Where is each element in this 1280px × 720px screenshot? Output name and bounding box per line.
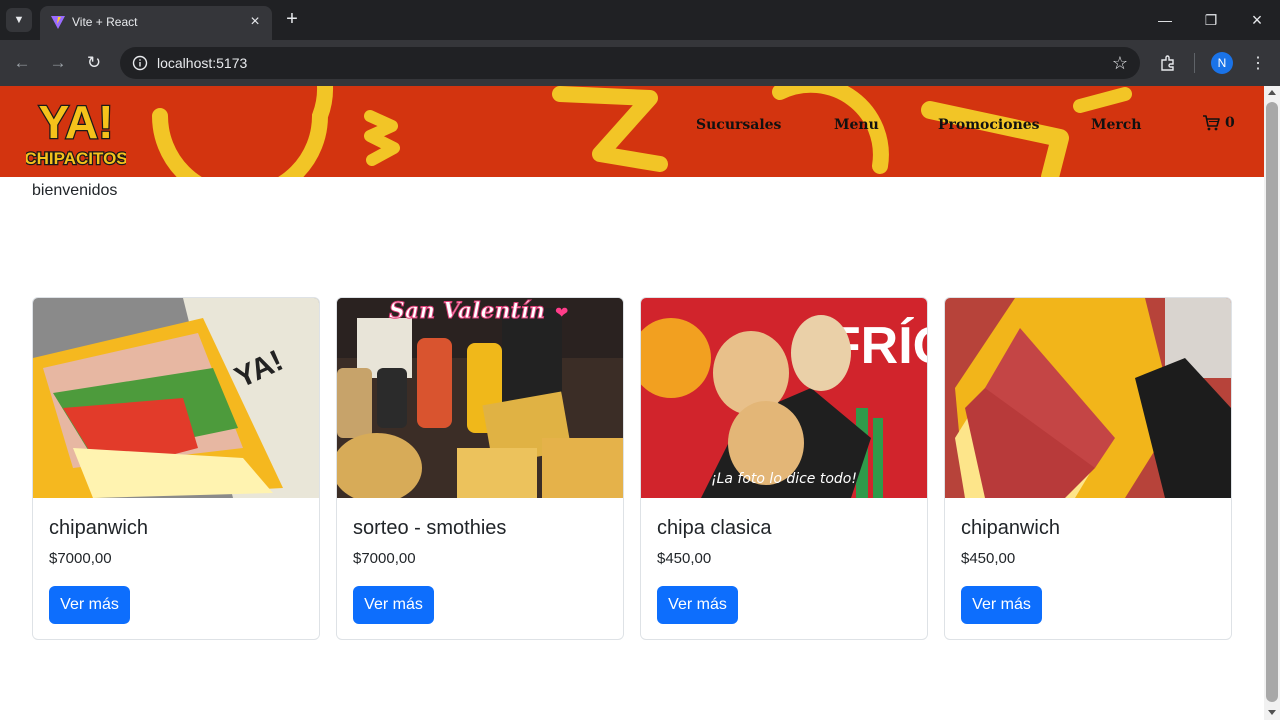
browser-tab-bar: ▼ Vite + React × + — ❐ ×: [0, 0, 1280, 40]
product-image-chipanwich[interactable]: YA!: [33, 298, 319, 498]
tab-title: Vite + React: [72, 15, 138, 29]
chipacitos-logo[interactable]: YA! CHIPACITOS: [26, 94, 126, 170]
menu-kebab-icon[interactable]: ⋮: [1244, 49, 1272, 77]
ver-mas-button[interactable]: Ver más: [961, 586, 1042, 624]
close-window-button[interactable]: ×: [1234, 0, 1280, 40]
browser-tab[interactable]: Vite + React ×: [40, 6, 272, 40]
reload-button[interactable]: ↻: [80, 49, 108, 77]
page-viewport: YA! CHIPACITOS Sucursales Menu Promocion…: [0, 86, 1264, 720]
ver-mas-button[interactable]: Ver más: [657, 586, 738, 624]
extensions-icon[interactable]: [1154, 49, 1182, 77]
product-card: San Valentín ❤ sorteo - smothies $7000,0…: [336, 297, 624, 640]
scroll-down-arrow-icon[interactable]: [1268, 710, 1276, 715]
product-image-sorteo-smothies[interactable]: San Valentín ❤: [337, 298, 623, 498]
svg-text:❤: ❤: [555, 305, 568, 322]
product-price: $7000,00: [49, 550, 112, 567]
nav-link-sucursales[interactable]: Sucursales: [696, 116, 781, 134]
welcome-text: bienvenidos: [32, 182, 118, 199]
product-price: $7000,00: [353, 550, 416, 567]
ver-mas-button[interactable]: Ver más: [49, 586, 130, 624]
product-title: chipanwich: [49, 517, 148, 539]
back-button[interactable]: ←: [8, 49, 36, 77]
ver-mas-button[interactable]: Ver más: [353, 586, 434, 624]
page-scrollbar[interactable]: [1264, 86, 1280, 720]
image-caption-san-valentin: San Valentín: [389, 298, 545, 324]
minimize-button[interactable]: —: [1142, 0, 1188, 40]
logo-main-text: YA!: [39, 96, 114, 148]
scroll-thumb[interactable]: [1266, 102, 1278, 702]
address-bar[interactable]: localhost:5173 ☆: [120, 47, 1140, 79]
new-tab-button[interactable]: +: [280, 8, 304, 32]
product-price: $450,00: [961, 550, 1016, 567]
url-text: localhost:5173: [157, 55, 248, 71]
cart-button[interactable]: 0: [1202, 115, 1235, 131]
product-price: $450,00: [657, 550, 712, 567]
product-title: chipanwich: [961, 517, 1060, 539]
restore-button[interactable]: ❐: [1188, 0, 1234, 40]
product-card: FRÍO ¡La foto lo dice todo! chipa clasic…: [640, 297, 928, 640]
tab-search-icon[interactable]: ▼: [6, 8, 32, 32]
site-info-icon[interactable]: [132, 55, 148, 71]
nav-link-promociones[interactable]: Promociones: [938, 116, 1040, 134]
bookmark-star-icon[interactable]: ☆: [1112, 51, 1128, 75]
forward-button[interactable]: →: [44, 49, 72, 77]
vite-logo-icon: [51, 16, 65, 29]
toolbar-divider: [1194, 53, 1195, 73]
nav-link-merch[interactable]: Merch: [1091, 116, 1141, 134]
profile-avatar[interactable]: N: [1211, 52, 1233, 74]
product-title: chipa clasica: [657, 517, 772, 539]
image-caption-la-foto: ¡La foto lo dice todo!: [711, 471, 857, 487]
header-decoration: [152, 86, 1132, 177]
cart-count: 0: [1225, 115, 1235, 131]
tab-close-icon[interactable]: ×: [244, 11, 266, 33]
site-header: YA! CHIPACITOS Sucursales Menu Promocion…: [0, 86, 1264, 177]
product-image-chipa-clasica[interactable]: FRÍO ¡La foto lo dice todo!: [641, 298, 927, 498]
browser-toolbar: ← → ↻ localhost:5173 ☆ N ⋮: [0, 40, 1280, 86]
product-title: sorteo - smothies: [353, 517, 507, 539]
nav-link-menu[interactable]: Menu: [834, 116, 879, 134]
cart-icon: [1203, 115, 1220, 131]
product-card: chipanwich $450,00 Ver más: [944, 297, 1232, 640]
scroll-up-arrow-icon[interactable]: [1268, 90, 1276, 95]
product-card: YA! chipanwich $7000,00 Ver más: [32, 297, 320, 640]
logo-sub-text: CHIPACITOS: [26, 149, 126, 168]
product-image-chipanwich-2[interactable]: [945, 298, 1231, 498]
